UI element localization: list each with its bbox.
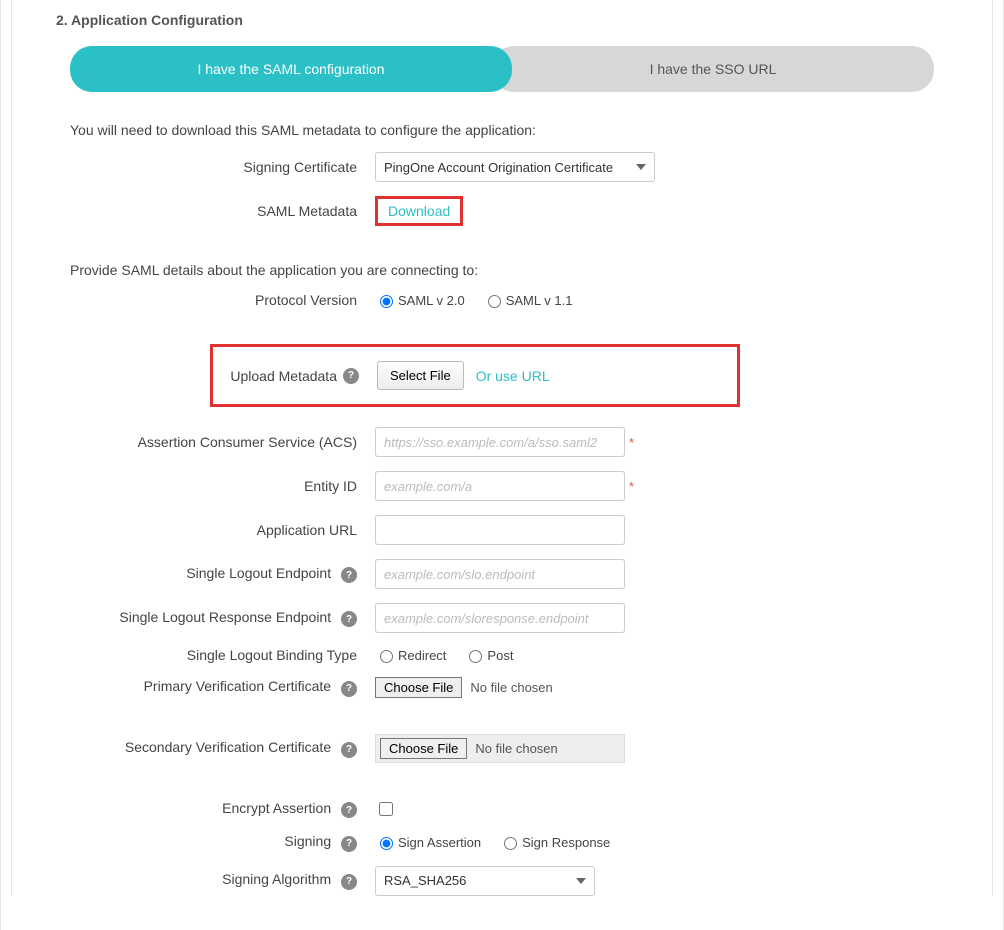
radio-sign-response-label: Sign Response <box>522 835 610 850</box>
slo-response-input[interactable] <box>375 603 625 633</box>
label-secondary-cert: Secondary Verification Certificate ? <box>30 739 375 758</box>
tab-saml-config[interactable]: I have the SAML configuration <box>70 46 512 92</box>
label-entity-id: Entity ID <box>30 478 375 494</box>
radio-saml-v20[interactable]: SAML v 2.0 <box>375 292 465 308</box>
signing-certificate-value: PingOne Account Origination Certificate <box>384 160 613 175</box>
label-primary-cert-text: Primary Verification Certificate <box>144 678 332 694</box>
label-signing-algorithm-text: Signing Algorithm <box>222 871 331 887</box>
secondary-cert-choose-file[interactable]: Choose File <box>380 738 467 759</box>
radio-sign-assertion-input[interactable] <box>380 837 393 850</box>
radio-sign-assertion[interactable]: Sign Assertion <box>375 834 481 850</box>
label-secondary-cert-text: Secondary Verification Certificate <box>125 739 331 755</box>
required-indicator: * <box>629 479 634 494</box>
radio-binding-post-input[interactable] <box>469 650 482 663</box>
radio-binding-post-label: Post <box>487 648 513 663</box>
download-link[interactable]: Download <box>388 203 450 219</box>
radio-sign-response-input[interactable] <box>504 837 517 850</box>
radio-saml-v11-label: SAML v 1.1 <box>506 293 573 308</box>
tab-sso-url[interactable]: I have the SSO URL <box>492 46 934 92</box>
chevron-down-icon <box>576 878 586 884</box>
help-icon[interactable]: ? <box>341 874 357 890</box>
required-indicator: * <box>629 435 634 450</box>
label-slo-endpoint-text: Single Logout Endpoint <box>186 565 331 581</box>
help-icon[interactable]: ? <box>341 802 357 818</box>
label-slo-endpoint: Single Logout Endpoint ? <box>30 565 375 584</box>
label-saml-metadata: SAML Metadata <box>30 203 375 219</box>
download-highlight: Download <box>375 196 463 226</box>
slo-endpoint-input[interactable] <box>375 559 625 589</box>
config-tabs: I have the SAML configuration I have the… <box>70 46 934 92</box>
radio-sign-assertion-label: Sign Assertion <box>398 835 481 850</box>
label-encrypt-assertion-text: Encrypt Assertion <box>222 800 331 816</box>
help-icon[interactable]: ? <box>341 742 357 758</box>
label-signing-algorithm: Signing Algorithm ? <box>30 871 375 890</box>
help-icon[interactable]: ? <box>341 611 357 627</box>
encrypt-assertion-checkbox[interactable] <box>379 802 393 816</box>
label-app-url: Application URL <box>30 522 375 538</box>
entity-id-input[interactable] <box>375 471 625 501</box>
label-signing-certificate: Signing Certificate <box>30 159 375 175</box>
label-protocol-version: Protocol Version <box>30 292 375 308</box>
label-slo-response: Single Logout Response Endpoint ? <box>30 609 375 628</box>
radio-binding-redirect-input[interactable] <box>380 650 393 663</box>
help-icon[interactable]: ? <box>341 836 357 852</box>
label-upload-metadata-text: Upload Metadata <box>230 368 337 384</box>
radio-saml-v11[interactable]: SAML v 1.1 <box>483 292 573 308</box>
help-icon[interactable]: ? <box>341 681 357 697</box>
signing-algorithm-select[interactable]: RSA_SHA256 <box>375 866 595 896</box>
label-upload-metadata: Upload Metadata ? <box>227 368 377 384</box>
label-encrypt-assertion: Encrypt Assertion ? <box>30 800 375 819</box>
label-slo-response-text: Single Logout Response Endpoint <box>119 609 331 625</box>
label-primary-cert: Primary Verification Certificate ? <box>30 678 375 697</box>
label-signing: Signing ? <box>30 833 375 852</box>
upload-metadata-highlight: Upload Metadata ? Select File Or use URL <box>210 344 740 407</box>
primary-cert-choose-file[interactable]: Choose File <box>375 677 462 698</box>
select-file-button[interactable]: Select File <box>377 361 464 390</box>
help-icon[interactable]: ? <box>341 567 357 583</box>
radio-binding-redirect[interactable]: Redirect <box>375 647 446 663</box>
radio-binding-redirect-label: Redirect <box>398 648 446 663</box>
radio-saml-v20-label: SAML v 2.0 <box>398 293 465 308</box>
secondary-cert-file-wrapper: Choose File No file chosen <box>375 734 625 763</box>
chevron-down-icon <box>636 164 646 170</box>
radio-saml-v20-input[interactable] <box>380 295 393 308</box>
label-slo-binding: Single Logout Binding Type <box>30 647 375 663</box>
intro-download-text: You will need to download this SAML meta… <box>70 122 934 138</box>
intro-provide-text: Provide SAML details about the applicati… <box>70 262 934 278</box>
radio-sign-response[interactable]: Sign Response <box>499 834 610 850</box>
help-icon[interactable]: ? <box>343 368 359 384</box>
app-url-input[interactable] <box>375 515 625 545</box>
label-acs: Assertion Consumer Service (ACS) <box>30 434 375 450</box>
secondary-cert-file-status: No file chosen <box>475 741 557 756</box>
primary-cert-file-status: No file chosen <box>470 680 552 695</box>
label-signing-text: Signing <box>284 833 331 849</box>
signing-algorithm-value: RSA_SHA256 <box>384 873 466 888</box>
radio-saml-v11-input[interactable] <box>488 295 501 308</box>
acs-input[interactable] <box>375 427 625 457</box>
or-use-url-link[interactable]: Or use URL <box>476 368 550 384</box>
radio-binding-post[interactable]: Post <box>464 647 513 663</box>
signing-certificate-select[interactable]: PingOne Account Origination Certificate <box>375 152 655 182</box>
section-title: 2. Application Configuration <box>30 0 974 46</box>
